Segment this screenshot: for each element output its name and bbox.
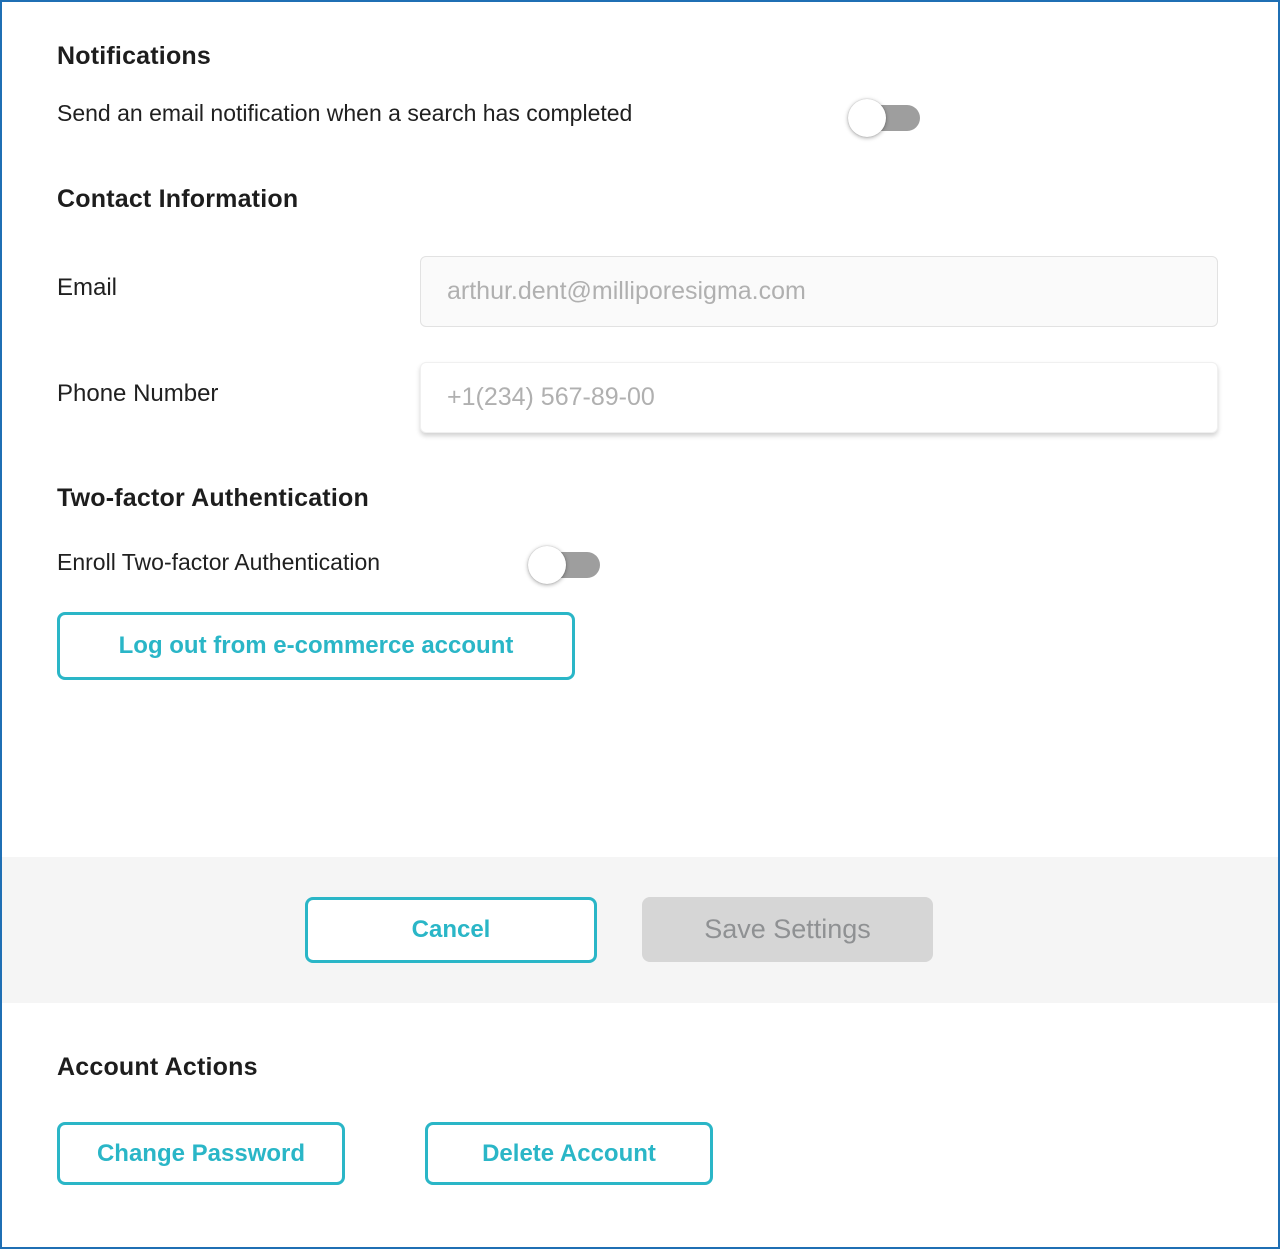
- email-notification-label: Send an email notification when a search…: [57, 100, 632, 127]
- email-field-label: Email: [57, 274, 117, 302]
- account-actions-section-title: Account Actions: [57, 1053, 258, 1082]
- change-password-button[interactable]: Change Password: [57, 1122, 345, 1185]
- toggle-knob: [528, 546, 566, 584]
- delete-account-button[interactable]: Delete Account: [425, 1122, 713, 1185]
- email-notification-toggle[interactable]: [848, 98, 920, 138]
- email-input[interactable]: [420, 256, 1218, 327]
- toggle-knob: [848, 99, 886, 137]
- phone-field-label: Phone Number: [57, 380, 218, 408]
- two-factor-enroll-label: Enroll Two-factor Authentication: [57, 549, 380, 576]
- two-factor-section-title: Two-factor Authentication: [57, 484, 369, 513]
- logout-ecommerce-button[interactable]: Log out from e-commerce account: [57, 612, 575, 680]
- phone-input[interactable]: [420, 362, 1218, 433]
- contact-section-title: Contact Information: [57, 185, 298, 214]
- footer-action-bar: [2, 857, 1278, 1003]
- cancel-button[interactable]: Cancel: [305, 897, 597, 963]
- two-factor-toggle[interactable]: [528, 545, 600, 585]
- notifications-section-title: Notifications: [57, 42, 211, 71]
- save-settings-button: Save Settings: [642, 897, 933, 962]
